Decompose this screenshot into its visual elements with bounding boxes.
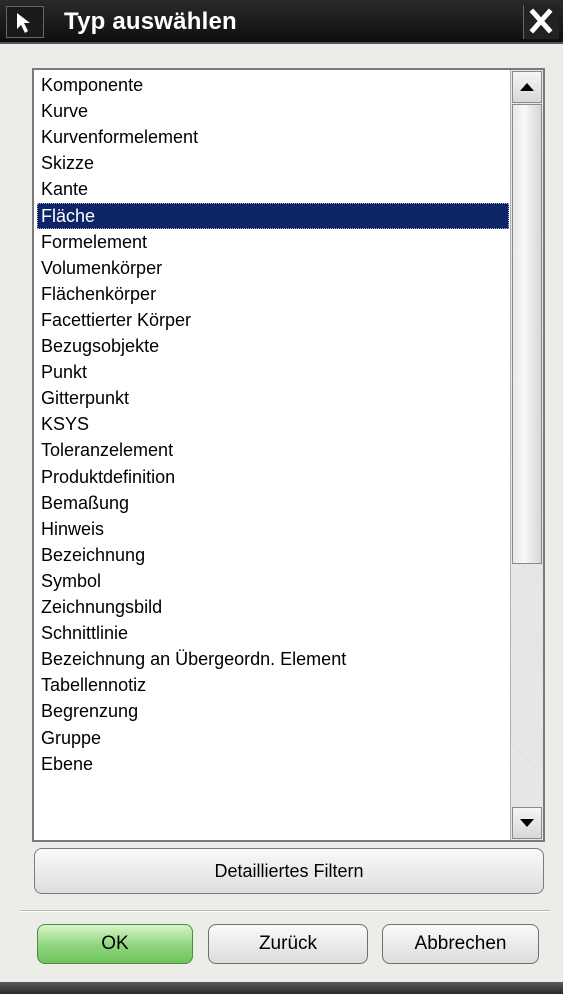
list-item[interactable]: Kante — [37, 176, 509, 202]
list-item[interactable]: Symbol — [37, 568, 509, 594]
list-item[interactable]: Fläche — [37, 202, 509, 229]
close-icon — [529, 8, 553, 34]
ok-button[interactable]: OK — [37, 924, 193, 964]
list-item-partial — [37, 777, 509, 803]
cancel-button[interactable]: Abbrechen — [382, 924, 539, 964]
window-bottom-border — [0, 982, 563, 994]
list-item[interactable]: Gitterpunkt — [37, 385, 509, 411]
detailed-filter-button[interactable]: Detailliertes Filtern — [34, 848, 544, 894]
list-item[interactable]: Punkt — [37, 359, 509, 385]
list-item[interactable]: Skizze — [37, 150, 509, 176]
list-item[interactable]: Zeichnungsbild — [37, 594, 509, 620]
list-item[interactable]: Tabellennotiz — [37, 672, 509, 698]
type-list-items: Komponente Kurve Kurvenformelement Skizze Ka… — [34, 70, 511, 840]
scroll-up-arrow-icon — [520, 83, 534, 91]
list-item[interactable]: Ebene — [37, 751, 509, 777]
list-item[interactable]: Hinweis — [37, 516, 509, 542]
list-item[interactable]: Bezeichnung — [37, 542, 509, 568]
scroll-thumb[interactable] — [512, 104, 542, 564]
list-item[interactable]: Facettierter Körper — [37, 307, 509, 333]
type-listbox[interactable]: Komponente Kurve Kurvenformelement Skizze Ka… — [32, 68, 545, 842]
list-item[interactable]: Komponente — [37, 72, 509, 98]
list-item[interactable]: Volumenkörper — [37, 255, 509, 281]
list-item[interactable]: Begrenzung — [37, 698, 509, 724]
list-scrollbar[interactable] — [510, 70, 543, 840]
scroll-down-button[interactable] — [512, 807, 542, 839]
scroll-down-arrow-icon — [520, 819, 534, 827]
divider — [20, 910, 550, 912]
list-item[interactable]: Bezeichnung an Übergeordn. Element — [37, 646, 509, 672]
close-button[interactable] — [523, 5, 559, 39]
back-button[interactable]: Zurück — [208, 924, 368, 964]
scroll-up-button[interactable] — [512, 71, 542, 103]
list-item[interactable]: Kurve — [37, 98, 509, 124]
list-item[interactable]: Bemaßung — [37, 490, 509, 516]
title-bar[interactable]: Typ auswählen — [0, 0, 563, 44]
dialog-title: Typ auswählen — [64, 8, 237, 35]
list-item[interactable]: Kurvenformelement — [37, 124, 509, 150]
list-item[interactable]: Schnittlinie — [37, 620, 509, 646]
list-item[interactable]: Gruppe — [37, 725, 509, 751]
list-item[interactable]: Formelement — [37, 229, 509, 255]
list-item[interactable]: KSYS — [37, 411, 509, 437]
list-item[interactable]: Flächenkörper — [37, 281, 509, 307]
list-item[interactable]: Toleranzelement — [37, 437, 509, 463]
list-item[interactable]: Produktdefinition — [37, 464, 509, 490]
type-select-dialog: Typ auswählen Komponente Kurve Kurvenforme… — [0, 0, 563, 994]
list-item[interactable]: Bezugsobjekte — [37, 333, 509, 359]
select-arrow-icon — [6, 6, 44, 38]
